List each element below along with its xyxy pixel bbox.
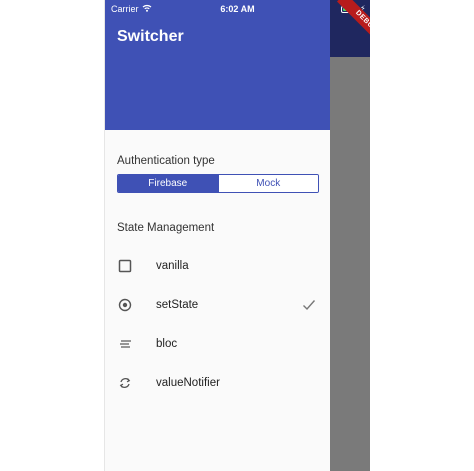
list-item-label: setState (156, 299, 199, 311)
radio-button-icon (117, 297, 133, 313)
navigation-drawer: Switcher Authentication type Firebase Mo… (105, 0, 330, 471)
sort-lines-icon (117, 336, 133, 352)
list-item-valuenotifier[interactable]: valueNotifier (105, 368, 330, 398)
auth-type-label: Authentication type (117, 155, 215, 167)
state-management-label: State Management (117, 222, 215, 234)
list-item-label: vanilla (156, 260, 189, 272)
list-item-setstate[interactable]: setState (105, 290, 330, 320)
auth-type-segmented-control: Firebase Mock (117, 174, 319, 193)
sync-arrows-icon (117, 375, 133, 391)
drawer-title: Switcher (117, 28, 184, 45)
status-bar: Carrier 6:02 AM ⚡ (105, 0, 370, 20)
list-item-vanilla[interactable]: vanilla (105, 251, 330, 281)
checkmark-icon (301, 297, 317, 313)
checkbox-outline-icon (117, 258, 133, 274)
segment-firebase[interactable]: Firebase (118, 175, 218, 192)
status-time: 6:02 AM (220, 4, 255, 14)
list-item-bloc[interactable]: bloc (105, 329, 330, 359)
list-item-label: valueNotifier (156, 377, 220, 389)
list-item-label: bloc (156, 338, 178, 350)
segment-mock[interactable]: Mock (217, 175, 318, 192)
phone-screen: Switcher Authentication type Firebase Mo… (104, 0, 370, 471)
